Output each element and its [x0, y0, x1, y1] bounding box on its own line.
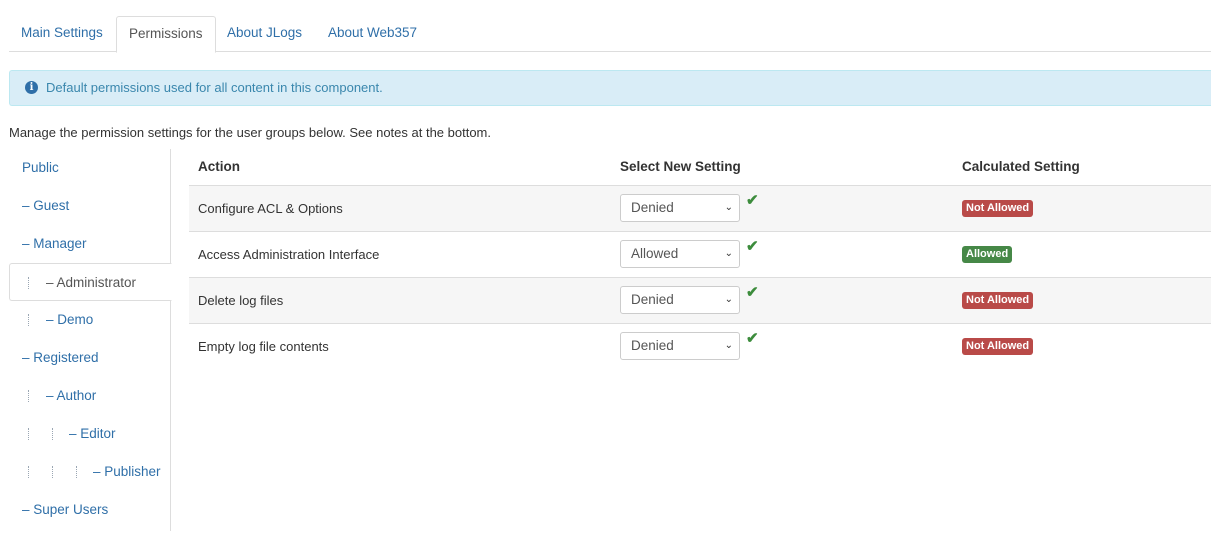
- group-label: – Administrator: [46, 275, 137, 290]
- group-label: – Demo: [46, 312, 94, 327]
- group-guest[interactable]: – Guest: [9, 187, 171, 225]
- info-alert: i Default permissions used for all conte…: [9, 70, 1211, 106]
- checkmark-icon: ✔: [746, 330, 759, 348]
- intro-text: Manage the permission settings for the u…: [9, 125, 492, 140]
- group-label: Public: [22, 160, 59, 175]
- setting-value: Denied: [631, 292, 674, 307]
- status-badge: Allowed: [962, 246, 1013, 263]
- setting-select[interactable]: Denied ⌄: [620, 194, 740, 222]
- table-row: Delete log files Denied ⌄ ✔ Not Allowed: [189, 276, 1211, 323]
- chevron-down-icon: ⌄: [724, 202, 733, 213]
- status-badge: Not Allowed: [962, 292, 1034, 309]
- action-label: Access Administration Interface: [189, 230, 611, 277]
- level-indicator: [28, 277, 30, 289]
- level-indicator: [76, 466, 78, 478]
- setting-value: Denied: [631, 338, 674, 354]
- group-registered[interactable]: – Registered: [9, 339, 171, 377]
- column-header-action: Action: [189, 149, 611, 186]
- group-label: – Manager: [22, 236, 87, 251]
- chevron-down-icon: ⌄: [724, 340, 733, 352]
- group-demo[interactable]: – Demo: [9, 301, 171, 339]
- chevron-down-icon: ⌄: [724, 248, 733, 259]
- column-header-calculated: Calculated Setting: [953, 149, 1211, 186]
- tab-about-jlogs[interactable]: About JLogs: [215, 16, 314, 52]
- status-badge: Not Allowed: [962, 200, 1034, 217]
- setting-select[interactable]: Denied ⌄: [620, 286, 740, 314]
- table-row: Empty log file contents Denied ⌄ ✔ Not A…: [189, 322, 1211, 369]
- calculated-cell: Not Allowed: [953, 322, 1211, 369]
- group-publisher[interactable]: – Publisher: [9, 453, 171, 491]
- chevron-down-icon: ⌄: [724, 294, 733, 305]
- group-public[interactable]: Public: [9, 149, 171, 187]
- table-row: Access Administration Interface Allowed …: [189, 230, 1211, 277]
- user-groups-list: Public – Guest – Manager – Administrator…: [9, 149, 172, 531]
- setting-cell: Allowed ⌄ ✔: [611, 230, 953, 277]
- column-header-select: Select New Setting: [611, 149, 953, 186]
- group-label: – Registered: [22, 350, 99, 365]
- calculated-cell: Not Allowed: [953, 184, 1211, 231]
- permissions-table: Action Select New Setting Calculated Set…: [189, 149, 1211, 369]
- group-administrator[interactable]: – Administrator: [9, 263, 172, 301]
- alert-text: Default permissions used for all content…: [46, 80, 383, 95]
- setting-cell: Denied ⌄ ✔: [611, 276, 953, 323]
- tab-main-settings[interactable]: Main Settings: [9, 16, 115, 52]
- level-indicator: [28, 428, 30, 440]
- checkmark-icon: ✔: [746, 192, 759, 209]
- action-label: Delete log files: [189, 276, 611, 323]
- settings-tabs: Main Settings Permissions About JLogs Ab…: [9, 16, 1211, 53]
- checkmark-icon: ✔: [746, 238, 759, 255]
- group-label: – Author: [46, 388, 97, 403]
- setting-cell: Denied ⌄ ✔: [611, 184, 953, 231]
- group-label: – Guest: [22, 198, 70, 213]
- action-label: Configure ACL & Options: [189, 184, 611, 231]
- level-indicator: [28, 466, 30, 478]
- level-indicator: [52, 466, 54, 478]
- tab-permissions[interactable]: Permissions: [116, 16, 216, 53]
- group-editor[interactable]: – Editor: [9, 415, 171, 453]
- setting-select[interactable]: Allowed ⌄: [620, 240, 740, 268]
- group-label: – Publisher: [93, 464, 161, 479]
- checkmark-icon: ✔: [746, 284, 759, 301]
- setting-value: Denied: [631, 200, 674, 215]
- group-label: – Editor: [69, 426, 116, 441]
- group-label: – Super Users: [22, 502, 109, 517]
- table-row: Configure ACL & Options Denied ⌄ ✔ Not A…: [189, 184, 1211, 231]
- setting-cell: Denied ⌄ ✔: [611, 322, 953, 369]
- level-indicator: [28, 314, 30, 326]
- group-super-users[interactable]: – Super Users: [9, 491, 171, 529]
- group-author[interactable]: – Author: [9, 377, 171, 415]
- setting-select[interactable]: Denied ⌄: [620, 332, 740, 361]
- calculated-cell: Not Allowed: [953, 276, 1211, 323]
- calculated-cell: Allowed: [953, 230, 1211, 277]
- info-icon: i: [25, 81, 38, 94]
- tab-about-web357[interactable]: About Web357: [316, 16, 429, 52]
- level-indicator: [52, 428, 54, 440]
- group-manager[interactable]: – Manager: [9, 225, 171, 263]
- setting-value: Allowed: [631, 246, 679, 261]
- status-badge: Not Allowed: [962, 338, 1034, 356]
- level-indicator: [28, 390, 30, 402]
- action-label: Empty log file contents: [189, 322, 611, 369]
